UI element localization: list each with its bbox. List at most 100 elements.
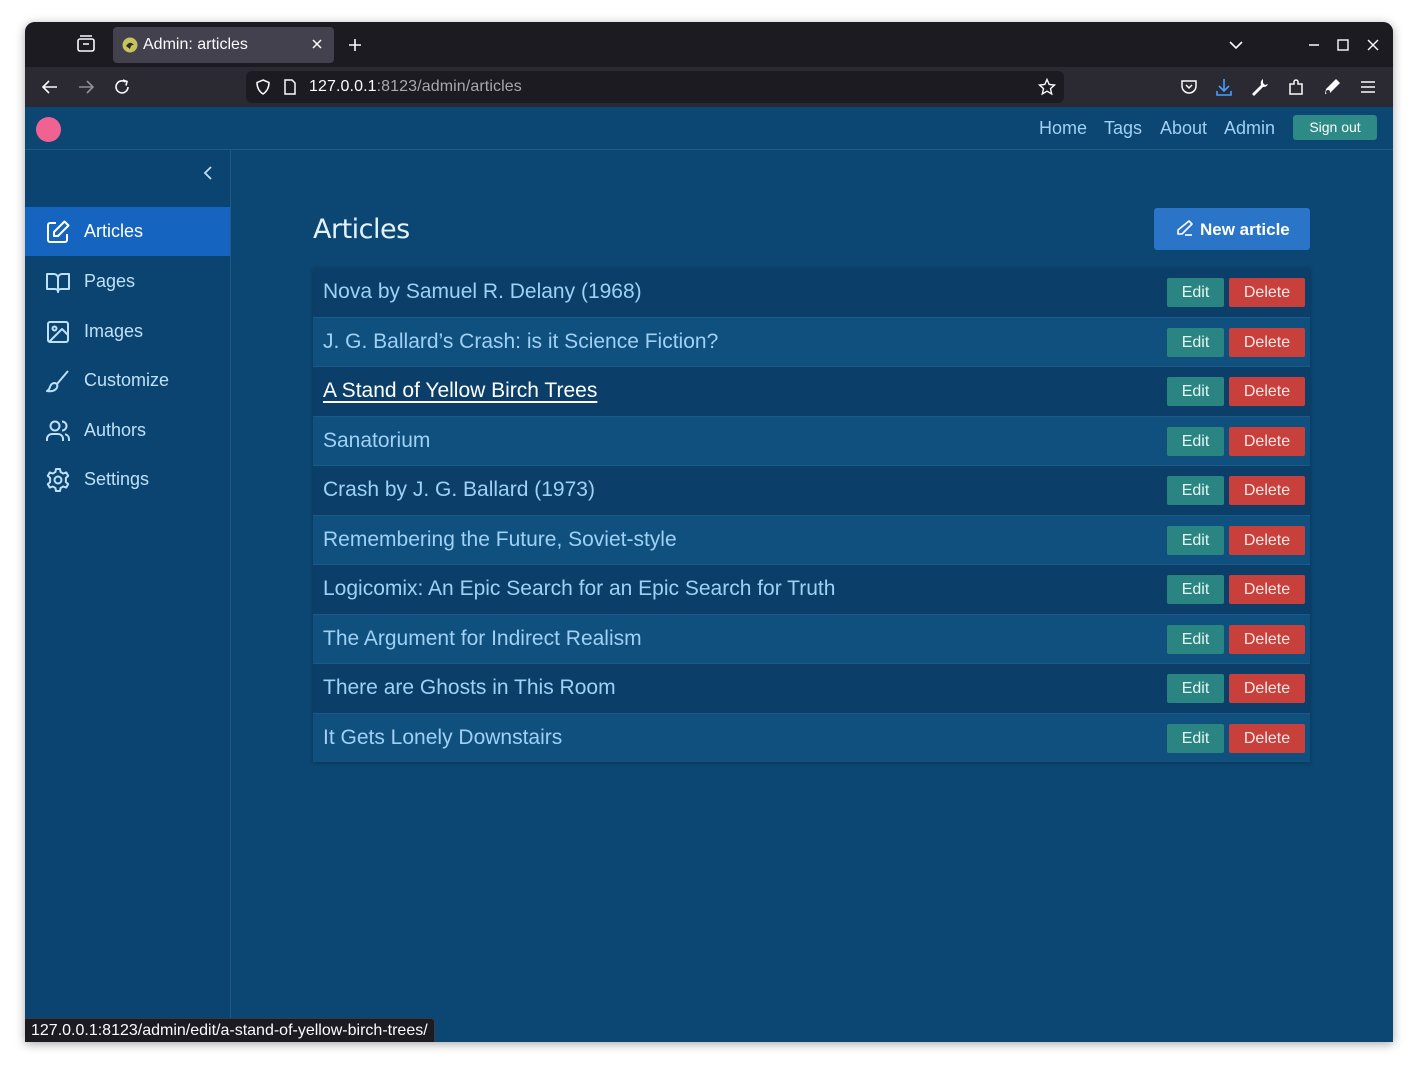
maximize-icon[interactable]	[1334, 36, 1352, 54]
menu-icon[interactable]	[1358, 77, 1378, 97]
extension-pen-icon[interactable]	[1322, 77, 1342, 97]
delete-button[interactable]: Delete	[1229, 476, 1305, 505]
browser-tab[interactable]: Admin: articles	[113, 27, 334, 63]
close-tab-icon[interactable]	[309, 36, 325, 52]
shield-icon[interactable]	[254, 78, 272, 96]
list-item: There are Ghosts in This Room Edit Delet…	[313, 664, 1310, 714]
sidebar-item-label: Articles	[84, 221, 144, 241]
delete-button[interactable]: Delete	[1229, 327, 1305, 357]
new-article-button[interactable]: New article	[1154, 208, 1310, 250]
pocket-icon[interactable]	[1179, 77, 1199, 97]
sidebar-item-authors[interactable]: Authors	[25, 406, 230, 455]
delete-button[interactable]: Delete	[1229, 624, 1305, 654]
list-item: Nova by Samuel R. Delany (1968) Edit Del…	[313, 268, 1310, 318]
status-bar-url: 127.0.0.1:8123/admin/edit/a-stand-of-yel…	[25, 1018, 435, 1042]
delete-button[interactable]: Delete	[1229, 674, 1305, 703]
article-title-link[interactable]: It Gets Lonely Downstairs	[323, 726, 562, 750]
sidebar-item-label: Customize	[84, 370, 170, 390]
article-title-link[interactable]: Remembering the Future, Soviet-style	[323, 528, 677, 552]
download-icon[interactable]	[1214, 77, 1234, 97]
nav-home[interactable]: Home	[1039, 118, 1087, 139]
list-item: Crash by J. G. Ballard (1973) Edit Delet…	[313, 466, 1310, 516]
nav-tags[interactable]: Tags	[1104, 118, 1142, 139]
delete-button[interactable]: Delete	[1229, 525, 1305, 555]
sidebar-item-label: Settings	[84, 469, 150, 489]
close-window-icon[interactable]	[1364, 36, 1382, 54]
edit-icon	[47, 220, 70, 243]
book-icon	[46, 273, 70, 293]
nav-about[interactable]: About	[1160, 118, 1207, 139]
edit-button[interactable]: Edit	[1167, 426, 1224, 456]
articles-list: Nova by Samuel R. Delany (1968) Edit Del…	[313, 268, 1310, 762]
browser-window: Admin: articles 127.0.0.1:8123/admin/art…	[25, 22, 1393, 1042]
delete-button[interactable]: Delete	[1229, 278, 1305, 307]
edit-button[interactable]: Edit	[1167, 575, 1224, 604]
delete-button[interactable]: Delete	[1229, 575, 1305, 604]
brush-icon	[46, 370, 69, 393]
list-item: A Stand of Yellow Birch Trees Edit Delet…	[313, 367, 1310, 417]
wrench-icon[interactable]	[1250, 77, 1270, 97]
edit-button[interactable]: Edit	[1167, 525, 1224, 555]
article-title-link[interactable]: The Argument for Indirect Realism	[323, 627, 642, 651]
sidebar-item-images[interactable]: Images	[25, 307, 230, 356]
list-item: Remembering the Future, Soviet-style Edi…	[313, 515, 1310, 565]
image-icon	[47, 321, 69, 343]
edit-button[interactable]: Edit	[1167, 723, 1224, 753]
site-favicon-icon	[122, 37, 138, 53]
back-icon[interactable]	[40, 77, 60, 97]
edit-button[interactable]: Edit	[1167, 377, 1224, 406]
gear-icon	[46, 468, 70, 492]
extensions-icon[interactable]	[1286, 77, 1306, 97]
list-item: The Argument for Indirect Realism Edit D…	[313, 614, 1310, 664]
forward-icon[interactable]	[76, 77, 96, 97]
article-title-link[interactable]: There are Ghosts in This Room	[323, 676, 616, 700]
article-title-link[interactable]: A Stand of Yellow Birch Trees	[323, 379, 597, 403]
page-icon[interactable]	[282, 78, 298, 96]
tab-strip: Admin: articles	[25, 22, 1393, 67]
delete-button[interactable]: Delete	[1229, 426, 1305, 456]
article-title-link[interactable]: Crash by J. G. Ballard (1973)	[323, 478, 595, 502]
tab-overview-icon[interactable]	[75, 33, 97, 55]
admin-sidebar: Articles Pages Images Customize Authors …	[25, 150, 231, 1042]
users-icon	[46, 420, 70, 441]
list-item: It Gets Lonely Downstairs Edit Delete	[313, 713, 1310, 762]
pencil-icon	[1177, 220, 1193, 236]
new-tab-icon[interactable]	[345, 35, 365, 55]
article-title-link[interactable]: Nova by Samuel R. Delany (1968)	[323, 280, 642, 304]
sign-out-button[interactable]: Sign out	[1293, 115, 1377, 140]
edit-button[interactable]: Edit	[1167, 624, 1224, 654]
list-item: Logicomix: An Epic Search for an Epic Se…	[313, 565, 1310, 615]
tab-title: Admin: articles	[143, 36, 248, 53]
url-text[interactable]: 127.0.0.1:8123/admin/articles	[309, 78, 522, 96]
chevron-down-icon[interactable]	[1227, 36, 1245, 54]
delete-button[interactable]: Delete	[1229, 723, 1305, 753]
list-item: Sanatorium Edit Delete	[313, 416, 1310, 466]
collapse-sidebar-icon[interactable]	[199, 164, 217, 182]
minimize-icon[interactable]	[1305, 36, 1323, 54]
delete-button[interactable]: Delete	[1229, 377, 1305, 406]
edit-button[interactable]: Edit	[1167, 476, 1224, 505]
page-title: Articles	[313, 214, 410, 245]
edit-button[interactable]: Edit	[1167, 327, 1224, 357]
app-header: Home Tags About Admin Sign out	[25, 107, 1393, 150]
article-title-link[interactable]: Sanatorium	[323, 429, 430, 453]
sidebar-item-label: Images	[84, 321, 144, 341]
edit-button[interactable]: Edit	[1167, 674, 1224, 703]
sidebar-item-customize[interactable]: Customize	[25, 356, 230, 405]
edit-button[interactable]: Edit	[1167, 278, 1224, 307]
article-title-link[interactable]: Logicomix: An Epic Search for an Epic Se…	[323, 577, 835, 601]
sidebar-item-label: Pages	[84, 271, 136, 291]
new-article-label: New article	[1200, 220, 1290, 239]
nav-admin[interactable]: Admin	[1224, 118, 1275, 139]
url-bar[interactable]: 127.0.0.1:8123/admin/articles	[246, 71, 1064, 103]
sidebar-item-articles[interactable]: Articles	[25, 207, 230, 256]
reload-icon[interactable]	[112, 77, 132, 97]
article-title-link[interactable]: J. G. Ballard’s Crash: is it Science Fic…	[323, 330, 718, 354]
site-logo[interactable]	[36, 117, 61, 142]
sidebar-item-label: Authors	[84, 420, 147, 440]
list-item: J. G. Ballard’s Crash: is it Science Fic…	[313, 317, 1310, 367]
bookmark-star-icon[interactable]	[1038, 78, 1056, 96]
sidebar-item-settings[interactable]: Settings	[25, 455, 230, 504]
browser-toolbar: 127.0.0.1:8123/admin/articles	[25, 67, 1393, 107]
sidebar-item-pages[interactable]: Pages	[25, 257, 230, 306]
